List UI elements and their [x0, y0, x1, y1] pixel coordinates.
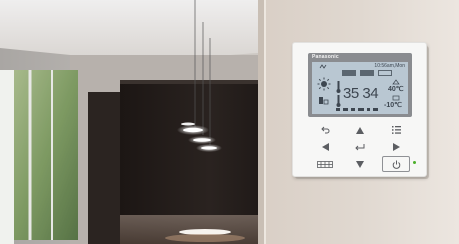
- power-button[interactable]: [382, 156, 410, 172]
- tank-icon: [319, 97, 329, 105]
- zone-tab-2: [360, 70, 374, 76]
- right-button[interactable]: [382, 140, 410, 154]
- grid-icon: [317, 160, 333, 168]
- zone-tab-3: [378, 70, 392, 76]
- right-triangle-icon: [392, 143, 400, 151]
- remote-controller: Panasonic 10:56am,Mon 35 34 40℃ -10℃: [292, 42, 427, 177]
- status-icons-row: [336, 108, 378, 111]
- indoor-thermometer-icon: [336, 81, 341, 93]
- quick-menu-button[interactable]: [311, 157, 339, 171]
- power-icon: [392, 160, 400, 169]
- enter-button[interactable]: [346, 140, 374, 154]
- left-button[interactable]: [311, 140, 339, 154]
- power-led: [413, 161, 416, 164]
- water-thermometer-icon: [336, 95, 341, 107]
- mode-icon: [319, 64, 327, 69]
- photo-scene: Panasonic 10:56am,Mon 35 34 40℃ -10℃: [0, 0, 459, 244]
- menu-button[interactable]: [382, 123, 410, 137]
- zone-tab-1: [342, 70, 356, 76]
- up-button[interactable]: [346, 123, 374, 137]
- down-button[interactable]: [346, 157, 374, 171]
- outdoor-temperature: 40℃: [388, 86, 404, 93]
- lcd-display: 10:56am,Mon 35 34 40℃ -10℃: [312, 62, 408, 114]
- sun-icon: [317, 77, 331, 91]
- up-triangle-icon: [356, 126, 364, 134]
- brand-label: Panasonic: [312, 54, 339, 60]
- back-button[interactable]: [311, 123, 339, 137]
- date-time: 10:56am,Mon: [374, 63, 405, 69]
- menu-list-icon: [391, 126, 401, 134]
- enter-icon: [355, 143, 365, 150]
- left-triangle-icon: [321, 143, 329, 151]
- down-triangle-icon: [356, 160, 364, 168]
- back-arrow-icon: [320, 126, 329, 134]
- main-temperature: 35 34: [343, 85, 379, 102]
